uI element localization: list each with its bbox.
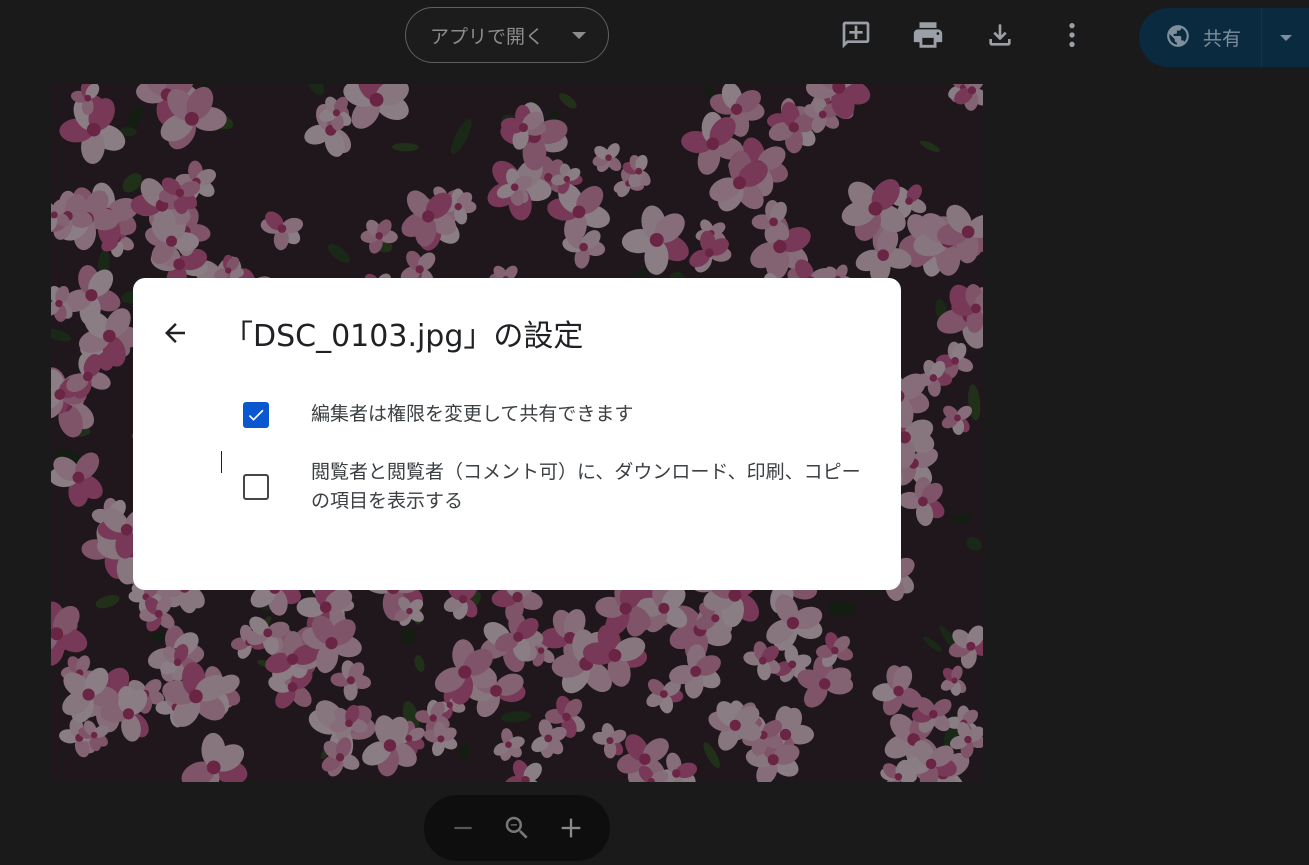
zoom-reset-icon[interactable] <box>497 808 537 848</box>
check-icon <box>248 409 264 421</box>
share-button-group: 共有 <box>1139 8 1309 67</box>
zoom-bar <box>424 795 610 861</box>
chevron-down-icon <box>572 31 586 39</box>
zoom-out-icon[interactable] <box>443 808 483 848</box>
checkbox-show-download-print-copy[interactable] <box>243 474 269 500</box>
open-with-button[interactable]: アプリで開く <box>405 7 609 63</box>
option-show-download-print-copy: 閲覧者と閲覧者（コメント可）に、ダウンロード、印刷、コピーの項目を表示する <box>243 461 861 512</box>
more-vert-icon[interactable] <box>1054 17 1090 53</box>
globe-icon <box>1165 23 1191 53</box>
text-cursor <box>221 451 222 473</box>
print-icon[interactable] <box>910 17 946 53</box>
share-button[interactable]: 共有 <box>1139 8 1261 67</box>
share-label: 共有 <box>1203 28 1242 50</box>
option-label: 編集者は権限を変更して共有できます <box>311 403 634 425</box>
dialog-title: 「DSC_0103.jpg」の設定 <box>223 319 584 354</box>
option-editors-can-share: 編集者は権限を変更して共有できます <box>243 402 633 428</box>
chevron-down-icon <box>1279 34 1292 41</box>
back-arrow-icon[interactable] <box>155 313 195 353</box>
open-with-label: アプリで開く <box>430 25 545 48</box>
share-settings-dialog: 「DSC_0103.jpg」の設定 編集者は権限を変更して共有できます 閲覧者と… <box>133 278 901 590</box>
add-comment-icon[interactable] <box>838 17 874 53</box>
zoom-in-icon[interactable] <box>551 808 591 848</box>
checkbox-editors-can-share[interactable] <box>243 402 269 428</box>
option-label: 閲覧者と閲覧者（コメント可）に、ダウンロード、印刷、コピーの項目を表示する <box>311 461 861 512</box>
download-icon[interactable] <box>982 17 1018 53</box>
share-menu-button[interactable] <box>1262 8 1309 67</box>
